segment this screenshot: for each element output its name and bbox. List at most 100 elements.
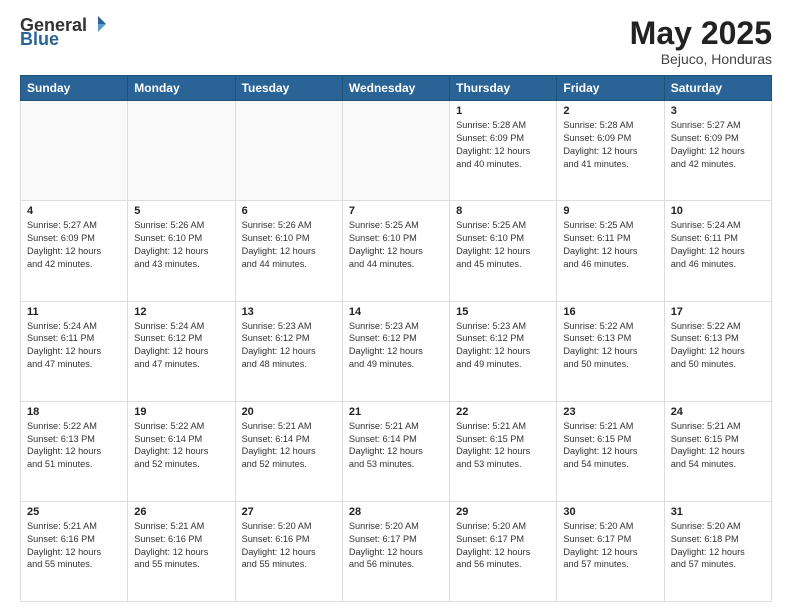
calendar-cell <box>21 101 128 201</box>
calendar-cell: 22 Sunrise: 5:21 AM Sunset: 6:15 PM Dayli… <box>450 401 557 501</box>
calendar-cell: 15 Sunrise: 5:23 AM Sunset: 6:12 PM Dayli… <box>450 301 557 401</box>
day-info: Sunrise: 5:22 AM Sunset: 6:14 PM Dayligh… <box>134 420 228 472</box>
day-info: Sunrise: 5:21 AM Sunset: 6:16 PM Dayligh… <box>27 520 121 572</box>
day-number: 22 <box>456 406 550 418</box>
calendar-cell <box>128 101 235 201</box>
calendar-cell: 30 Sunrise: 5:20 AM Sunset: 6:17 PM Dayli… <box>557 501 664 601</box>
calendar-cell: 13 Sunrise: 5:23 AM Sunset: 6:12 PM Dayli… <box>235 301 342 401</box>
weekday-header-row: SundayMondayTuesdayWednesdayThursdayFrid… <box>21 76 772 101</box>
calendar-cell: 14Sunrise: 5:23 AM Sunset: 6:12 PM Dayli… <box>342 301 449 401</box>
calendar-week-1: 4 Sunrise: 5:27 AM Sunset: 6:09 PM Daylig… <box>21 201 772 301</box>
day-info: Sunrise: 5:27 AM Sunset: 6:09 PM Dayligh… <box>27 219 121 271</box>
day-info: Sunrise: 5:27 AM Sunset: 6:09 PM Dayligh… <box>671 119 765 171</box>
calendar-cell: 16 Sunrise: 5:22 AM Sunset: 6:13 PM Dayli… <box>557 301 664 401</box>
day-info: Sunrise: 5:24 AM Sunset: 6:11 PM Dayligh… <box>27 320 121 372</box>
day-number: 27 <box>242 506 336 518</box>
day-number: 21 <box>349 406 443 418</box>
day-number: 1 <box>456 105 550 117</box>
calendar-cell: 10 Sunrise: 5:24 AM Sunset: 6:11 PM Dayli… <box>664 201 771 301</box>
day-number: 18 <box>27 406 121 418</box>
day-info: Sunrise: 5:23 AM Sunset: 6:12 PM Dayligh… <box>456 320 550 372</box>
weekday-header-wednesday: Wednesday <box>342 76 449 101</box>
day-info: Sunrise: 5:22 AM Sunset: 6:13 PM Dayligh… <box>563 320 657 372</box>
calendar-cell: 24 Sunrise: 5:21 AM Sunset: 6:15 PM Dayli… <box>664 401 771 501</box>
weekday-header-thursday: Thursday <box>450 76 557 101</box>
day-info: Sunrise: 5:26 AM Sunset: 6:10 PM Dayligh… <box>242 219 336 271</box>
calendar-week-2: 11 Sunrise: 5:24 AM Sunset: 6:11 PM Dayli… <box>21 301 772 401</box>
day-number: 30 <box>563 506 657 518</box>
day-number: 2 <box>563 105 657 117</box>
calendar-week-3: 18Sunrise: 5:22 AM Sunset: 6:13 PM Dayli… <box>21 401 772 501</box>
day-number: 26 <box>134 506 228 518</box>
day-info: Sunrise: 5:21 AM Sunset: 6:15 PM Dayligh… <box>456 420 550 472</box>
calendar-cell: 27Sunrise: 5:20 AM Sunset: 6:16 PM Dayli… <box>235 501 342 601</box>
day-info: Sunrise: 5:20 AM Sunset: 6:17 PM Dayligh… <box>563 520 657 572</box>
day-number: 16 <box>563 306 657 318</box>
day-number: 28 <box>349 506 443 518</box>
day-info: Sunrise: 5:20 AM Sunset: 6:17 PM Dayligh… <box>456 520 550 572</box>
calendar-cell: 8 Sunrise: 5:25 AM Sunset: 6:10 PM Daylig… <box>450 201 557 301</box>
day-number: 25 <box>27 506 121 518</box>
day-number: 7 <box>349 205 443 217</box>
calendar-cell: 21Sunrise: 5:21 AM Sunset: 6:14 PM Dayli… <box>342 401 449 501</box>
day-info: Sunrise: 5:28 AM Sunset: 6:09 PM Dayligh… <box>456 119 550 171</box>
location: Bejuco, Honduras <box>630 51 772 67</box>
weekday-header-tuesday: Tuesday <box>235 76 342 101</box>
day-info: Sunrise: 5:21 AM Sunset: 6:14 PM Dayligh… <box>242 420 336 472</box>
calendar-cell: 17 Sunrise: 5:22 AM Sunset: 6:13 PM Dayli… <box>664 301 771 401</box>
page: General Blue May 2025 Bejuco, Honduras S… <box>0 0 792 612</box>
day-info: Sunrise: 5:21 AM Sunset: 6:15 PM Dayligh… <box>563 420 657 472</box>
calendar-cell: 26 Sunrise: 5:21 AM Sunset: 6:16 PM Dayli… <box>128 501 235 601</box>
month-title: May 2025 <box>630 16 772 51</box>
day-number: 5 <box>134 205 228 217</box>
day-number: 4 <box>27 205 121 217</box>
title-block: May 2025 Bejuco, Honduras <box>630 16 772 67</box>
day-number: 3 <box>671 105 765 117</box>
calendar-cell: 18Sunrise: 5:22 AM Sunset: 6:13 PM Dayli… <box>21 401 128 501</box>
calendar-cell: 31 Sunrise: 5:20 AM Sunset: 6:18 PM Dayli… <box>664 501 771 601</box>
day-info: Sunrise: 5:20 AM Sunset: 6:18 PM Dayligh… <box>671 520 765 572</box>
logo-icon <box>88 14 108 34</box>
calendar-cell: 23 Sunrise: 5:21 AM Sunset: 6:15 PM Dayli… <box>557 401 664 501</box>
day-number: 15 <box>456 306 550 318</box>
day-info: Sunrise: 5:25 AM Sunset: 6:10 PM Dayligh… <box>349 219 443 271</box>
calendar-cell: 6Sunrise: 5:26 AM Sunset: 6:10 PM Daylig… <box>235 201 342 301</box>
day-info: Sunrise: 5:22 AM Sunset: 6:13 PM Dayligh… <box>671 320 765 372</box>
day-info: Sunrise: 5:23 AM Sunset: 6:12 PM Dayligh… <box>242 320 336 372</box>
weekday-header-friday: Friday <box>557 76 664 101</box>
day-info: Sunrise: 5:21 AM Sunset: 6:16 PM Dayligh… <box>134 520 228 572</box>
day-info: Sunrise: 5:21 AM Sunset: 6:15 PM Dayligh… <box>671 420 765 472</box>
day-info: Sunrise: 5:28 AM Sunset: 6:09 PM Dayligh… <box>563 119 657 171</box>
calendar-week-4: 25 Sunrise: 5:21 AM Sunset: 6:16 PM Dayli… <box>21 501 772 601</box>
logo-blue: Blue <box>20 30 59 48</box>
day-number: 10 <box>671 205 765 217</box>
calendar-week-0: 1 Sunrise: 5:28 AM Sunset: 6:09 PM Daylig… <box>21 101 772 201</box>
day-number: 11 <box>27 306 121 318</box>
calendar-table: SundayMondayTuesdayWednesdayThursdayFrid… <box>20 75 772 602</box>
calendar-cell <box>342 101 449 201</box>
calendar-cell: 12Sunrise: 5:24 AM Sunset: 6:12 PM Dayli… <box>128 301 235 401</box>
calendar-cell: 5 Sunrise: 5:26 AM Sunset: 6:10 PM Daylig… <box>128 201 235 301</box>
day-number: 17 <box>671 306 765 318</box>
weekday-header-saturday: Saturday <box>664 76 771 101</box>
day-number: 13 <box>242 306 336 318</box>
calendar-cell: 29Sunrise: 5:20 AM Sunset: 6:17 PM Dayli… <box>450 501 557 601</box>
day-number: 23 <box>563 406 657 418</box>
day-number: 24 <box>671 406 765 418</box>
calendar-cell: 1 Sunrise: 5:28 AM Sunset: 6:09 PM Daylig… <box>450 101 557 201</box>
day-number: 19 <box>134 406 228 418</box>
weekday-header-monday: Monday <box>128 76 235 101</box>
day-info: Sunrise: 5:26 AM Sunset: 6:10 PM Dayligh… <box>134 219 228 271</box>
weekday-header-sunday: Sunday <box>21 76 128 101</box>
day-number: 8 <box>456 205 550 217</box>
day-info: Sunrise: 5:24 AM Sunset: 6:12 PM Dayligh… <box>134 320 228 372</box>
calendar-cell: 3 Sunrise: 5:27 AM Sunset: 6:09 PM Daylig… <box>664 101 771 201</box>
calendar-cell: 11 Sunrise: 5:24 AM Sunset: 6:11 PM Dayli… <box>21 301 128 401</box>
day-number: 20 <box>242 406 336 418</box>
day-info: Sunrise: 5:25 AM Sunset: 6:11 PM Dayligh… <box>563 219 657 271</box>
day-info: Sunrise: 5:24 AM Sunset: 6:11 PM Dayligh… <box>671 219 765 271</box>
calendar-cell: 25 Sunrise: 5:21 AM Sunset: 6:16 PM Dayli… <box>21 501 128 601</box>
day-info: Sunrise: 5:25 AM Sunset: 6:10 PM Dayligh… <box>456 219 550 271</box>
calendar-cell <box>235 101 342 201</box>
day-number: 31 <box>671 506 765 518</box>
